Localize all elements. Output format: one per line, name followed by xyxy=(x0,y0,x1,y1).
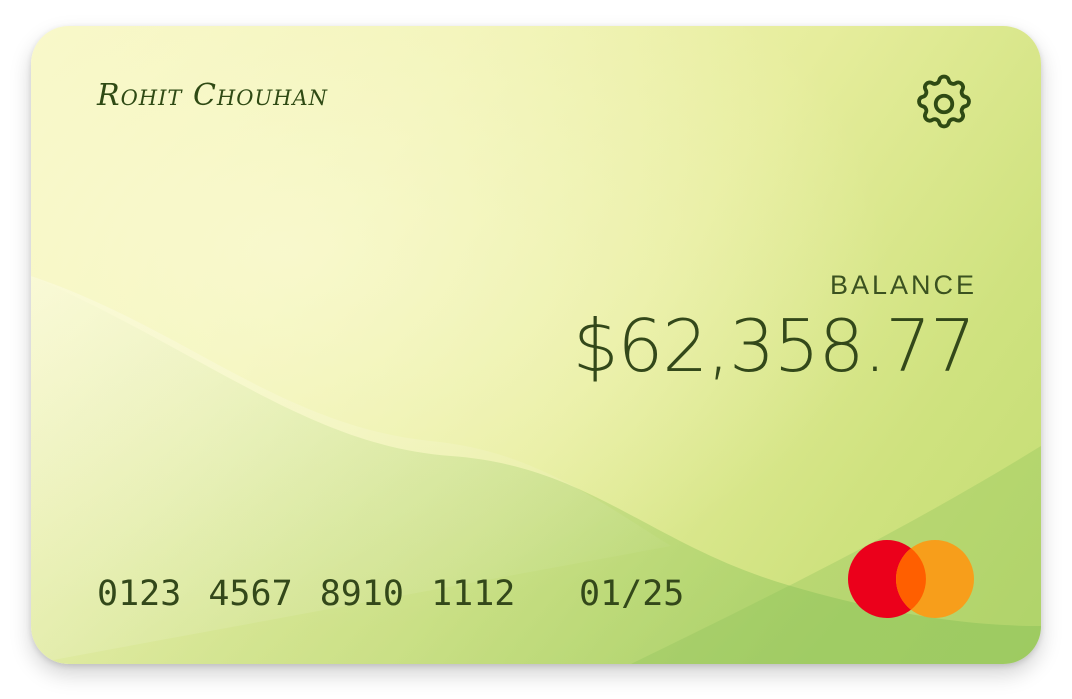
cardholder-name: Rohit Chouhan xyxy=(97,78,328,113)
balance-amount: $62,358.77 xyxy=(572,304,976,388)
card-number: 0123 4567 8910 1112 xyxy=(97,574,516,614)
card-expiry: 01/25 xyxy=(579,574,685,614)
balance-label: BALANCE xyxy=(829,270,977,300)
credit-card: Rohit Chouhan BALANCE $62,358.77 0123 45… xyxy=(31,26,1041,664)
gear-icon[interactable] xyxy=(911,71,977,137)
mastercard-logo xyxy=(847,539,977,621)
